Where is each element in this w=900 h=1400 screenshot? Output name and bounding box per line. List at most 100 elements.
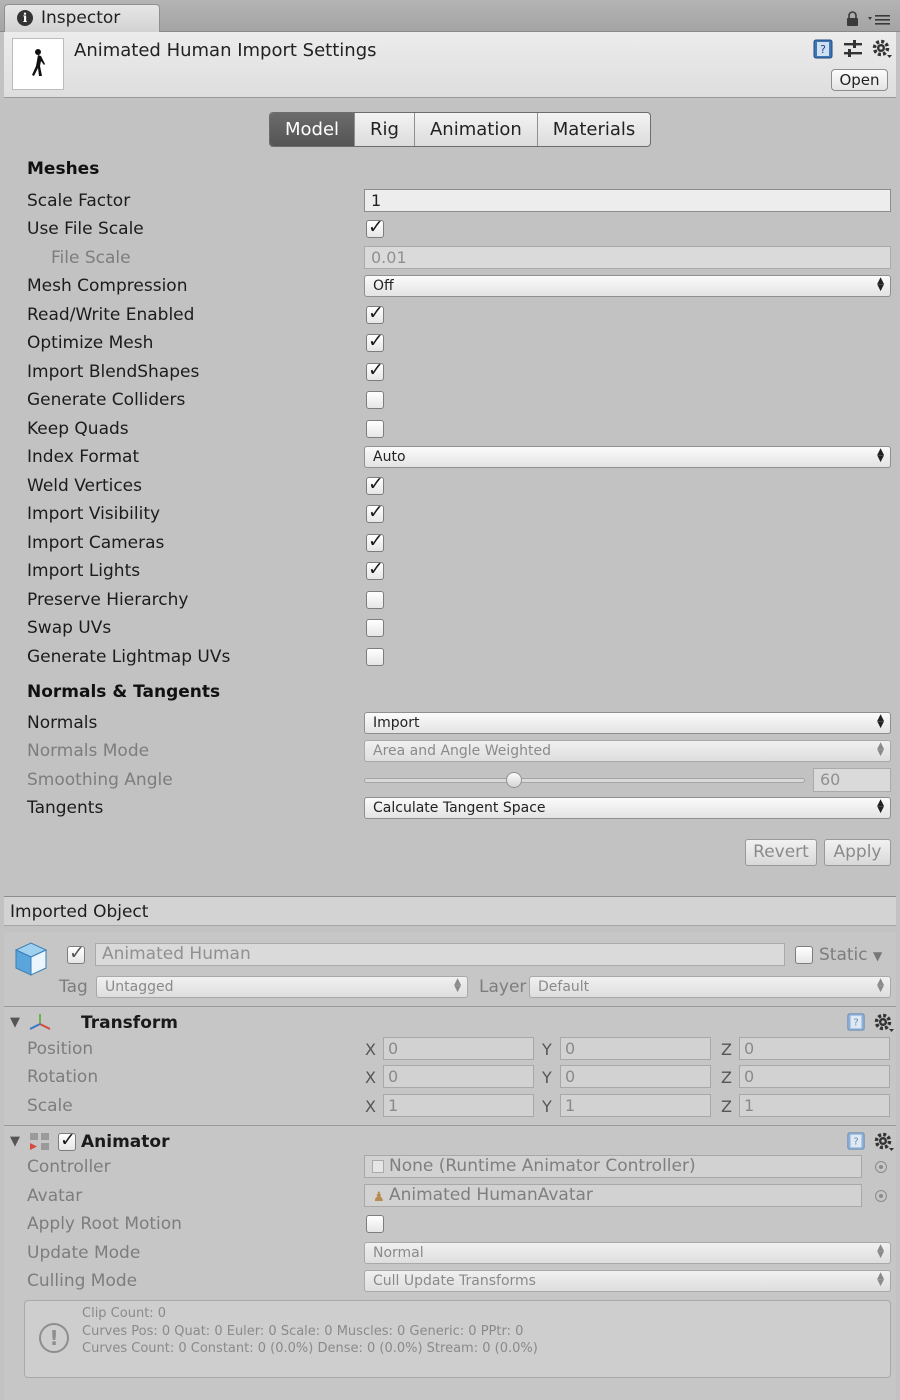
- import-cameras-checkbox[interactable]: ✓: [366, 530, 384, 552]
- tab-animation[interactable]: Animation: [413, 113, 537, 146]
- apply-root-motion-checkbox[interactable]: [366, 1215, 384, 1233]
- tag-label: Tag: [59, 977, 88, 997]
- use-file-scale-label: Use File Scale: [27, 219, 144, 239]
- culling-mode-value: Cull Update Transforms: [373, 1273, 536, 1289]
- updown-arrows-icon: ▲ ▼: [877, 1243, 884, 1260]
- inspector-tab-label: Inspector: [41, 8, 121, 28]
- generate-colliders-checkbox[interactable]: [366, 391, 384, 409]
- scale-y-field[interactable]: 1: [560, 1094, 711, 1117]
- index-format-dropdown[interactable]: Auto ▲ ▼: [364, 446, 891, 468]
- position-y-label: Y: [542, 1040, 552, 1059]
- scale-label: Scale: [27, 1096, 73, 1116]
- normals-dropdown[interactable]: Import ▲ ▼: [364, 712, 891, 734]
- checkmark-icon: ✓: [368, 530, 384, 552]
- tab-model[interactable]: Model: [270, 113, 355, 146]
- gameobject-name-field[interactable]: Animated Human: [95, 943, 785, 966]
- animator-foldout-icon[interactable]: ▼: [10, 1134, 20, 1149]
- rotation-z-field[interactable]: 0: [739, 1065, 890, 1088]
- smoothing-angle-slider-thumb: [505, 772, 522, 788]
- culling-mode-dropdown[interactable]: Cull Update Transforms ▲ ▼: [364, 1270, 891, 1292]
- tab-materials[interactable]: Materials: [536, 113, 651, 146]
- inspector-tab[interactable]: i Inspector: [4, 4, 160, 32]
- transform-help-icon[interactable]: ?: [846, 1012, 866, 1032]
- controller-field[interactable]: None (Runtime Animator Controller): [364, 1155, 862, 1178]
- checkmark-icon: ✓: [69, 942, 85, 964]
- scale-y-label: Y: [542, 1097, 552, 1116]
- revert-button[interactable]: Revert: [745, 839, 817, 866]
- tag-value: Untagged: [105, 979, 174, 995]
- info-icon: i: [17, 10, 33, 26]
- mesh-compression-dropdown[interactable]: Off ▲ ▼: [364, 275, 891, 297]
- mesh-compression-label: Mesh Compression: [27, 276, 188, 296]
- apply-button[interactable]: Apply: [824, 839, 891, 866]
- update-mode-value: Normal: [373, 1245, 424, 1261]
- curves-count-text: Curves Count: 0 Constant: 0 (0.0%) Dense…: [82, 1341, 538, 1356]
- import-visibility-checkbox[interactable]: ✓: [366, 501, 384, 523]
- panel-menu-icon[interactable]: [868, 14, 892, 26]
- layer-label: Layer: [479, 977, 527, 997]
- tab-rig[interactable]: Rig: [354, 113, 414, 146]
- tangents-label: Tangents: [27, 798, 104, 818]
- weld-vertices-checkbox[interactable]: ✓: [366, 473, 384, 495]
- transform-foldout-icon[interactable]: ▼: [10, 1015, 20, 1030]
- human-figure-icon: [32, 49, 45, 76]
- transform-gear-icon[interactable]: [873, 1012, 895, 1034]
- avatar-field[interactable]: ♟ Animated HumanAvatar: [364, 1184, 862, 1207]
- keep-quads-checkbox[interactable]: [366, 420, 384, 438]
- scale-z-field[interactable]: 1: [739, 1094, 890, 1117]
- static-dropdown-arrow-icon[interactable]: ▼: [873, 949, 882, 963]
- layer-dropdown[interactable]: Default ▲ ▼: [529, 976, 891, 998]
- position-x-field[interactable]: 0: [383, 1037, 534, 1060]
- scale-x-field[interactable]: 1: [383, 1094, 534, 1117]
- transform-title: Transform: [81, 1013, 178, 1033]
- curves-pos-text: Curves Pos: 0 Quat: 0 Euler: 0 Scale: 0 …: [82, 1324, 524, 1339]
- checkmark-icon: ✓: [368, 558, 384, 580]
- preset-sliders-icon[interactable]: [842, 38, 864, 60]
- import-lights-checkbox[interactable]: ✓: [366, 558, 384, 580]
- animator-enabled-checkbox[interactable]: ✓: [58, 1129, 76, 1151]
- updown-arrows-icon: ▲ ▼: [877, 741, 884, 758]
- read-write-checkbox[interactable]: ✓: [366, 302, 384, 324]
- section-normals-tangents: Normals & Tangents: [27, 682, 221, 702]
- animator-gear-icon[interactable]: [873, 1131, 895, 1153]
- swap-uvs-label: Swap UVs: [27, 618, 112, 638]
- scale-factor-field[interactable]: 1: [364, 189, 891, 212]
- updown-arrows-icon: ▲ ▼: [877, 276, 884, 293]
- animator-help-icon[interactable]: ?: [846, 1131, 866, 1151]
- static-label: Static: [819, 945, 868, 965]
- settings-gear-icon[interactable]: [871, 38, 893, 60]
- optimize-mesh-checkbox[interactable]: ✓: [366, 330, 384, 352]
- rotation-y-field[interactable]: 0: [560, 1065, 711, 1088]
- rotation-x-field[interactable]: 0: [383, 1065, 534, 1088]
- lock-icon[interactable]: [846, 11, 859, 26]
- checkmark-icon: ✓: [368, 216, 384, 238]
- tag-dropdown[interactable]: Untagged ▲ ▼: [96, 976, 468, 998]
- position-label: Position: [27, 1039, 94, 1059]
- smoothing-angle-field: 60: [813, 768, 891, 792]
- swap-uvs-checkbox[interactable]: [366, 619, 384, 637]
- generate-colliders-label: Generate Colliders: [27, 390, 186, 410]
- open-button[interactable]: Open: [831, 69, 888, 91]
- controller-picker-icon[interactable]: [875, 1161, 887, 1173]
- updown-arrows-icon: ▲ ▼: [877, 798, 884, 815]
- layer-value: Default: [538, 979, 590, 995]
- import-blendshapes-checkbox[interactable]: ✓: [366, 359, 384, 381]
- tangents-dropdown[interactable]: Calculate Tangent Space ▲ ▼: [364, 797, 891, 819]
- import-cameras-label: Import Cameras: [27, 533, 165, 553]
- update-mode-dropdown[interactable]: Normal ▲ ▼: [364, 1242, 891, 1264]
- rotation-label: Rotation: [27, 1067, 99, 1087]
- avatar-picker-icon[interactable]: [875, 1190, 887, 1202]
- checkmark-icon: ✓: [368, 473, 384, 495]
- position-y-field[interactable]: 0: [560, 1037, 711, 1060]
- position-z-field[interactable]: 0: [739, 1037, 890, 1060]
- controller-value: None (Runtime Animator Controller): [389, 1156, 696, 1176]
- static-checkbox[interactable]: [795, 946, 813, 964]
- generate-lightmap-uvs-checkbox[interactable]: [366, 648, 384, 666]
- help-book-icon[interactable]: ?: [812, 38, 834, 60]
- culling-mode-label: Culling Mode: [27, 1271, 138, 1291]
- gameobject-active-checkbox[interactable]: ✓: [67, 942, 85, 964]
- updown-arrows-icon: ▲ ▼: [877, 1271, 884, 1288]
- use-file-scale-checkbox[interactable]: ✓: [366, 216, 384, 238]
- avatar-label: Avatar: [27, 1186, 83, 1206]
- preserve-hierarchy-checkbox[interactable]: [366, 591, 384, 609]
